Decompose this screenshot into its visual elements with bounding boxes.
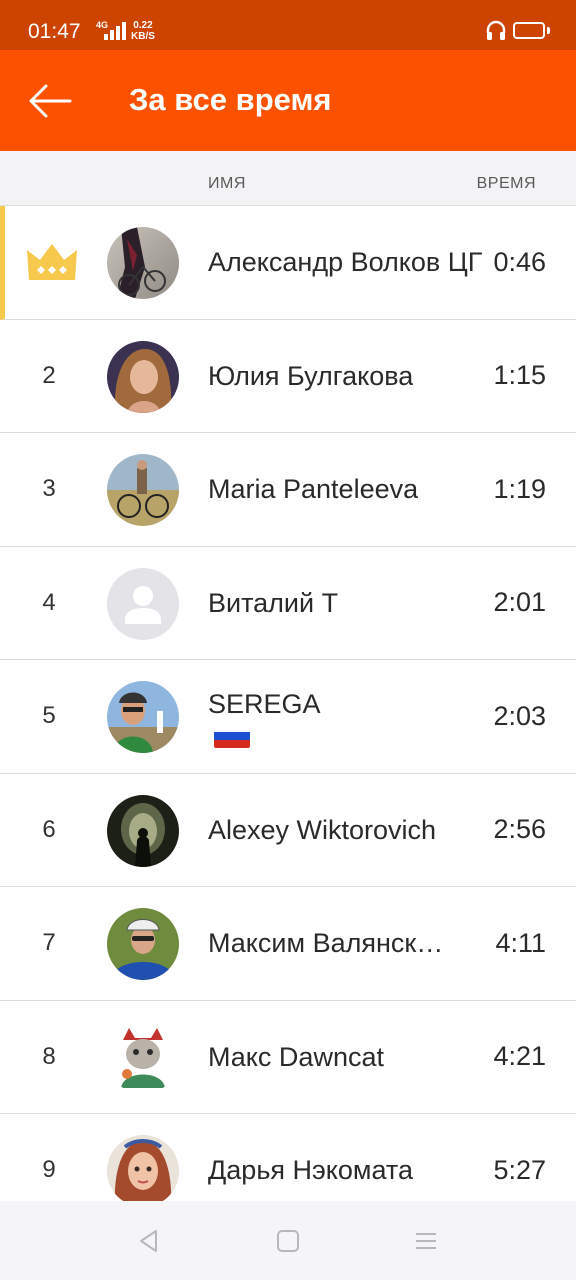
athlete-name: SEREGA bbox=[208, 660, 484, 773]
rank-cell: 5 bbox=[42, 702, 56, 730]
athlete-name-text: Дарья Нэкомата bbox=[208, 1155, 413, 1186]
athlete-time: 2:56 bbox=[493, 814, 546, 845]
leaderboard-row[interactable]: 3 Maria Panteleeva 1:19 bbox=[0, 433, 576, 547]
nav-back-icon[interactable] bbox=[135, 1227, 163, 1255]
crown-icon bbox=[26, 244, 77, 281]
leaderboard-row[interactable]: 5 SEREGA 2:03 bbox=[0, 660, 576, 774]
athlete-name: Максим Валянск… bbox=[208, 887, 484, 1000]
avatar[interactable] bbox=[107, 227, 179, 299]
athlete-name-text: Maria Panteleeva bbox=[208, 474, 419, 505]
avatar[interactable] bbox=[107, 1021, 179, 1094]
athlete-name: Юлия Булгакова bbox=[208, 320, 484, 433]
avatar[interactable] bbox=[107, 567, 179, 640]
headset-icon bbox=[486, 20, 506, 40]
athlete-name-text: SEREGA bbox=[208, 684, 321, 749]
athlete-time: 4:21 bbox=[493, 1041, 546, 1072]
athlete-name: Виталий Т bbox=[208, 547, 484, 660]
leaderboard-row[interactable]: 6 Alexey Wiktorovich 2:56 bbox=[0, 773, 576, 887]
athlete-time: 4:11 bbox=[495, 927, 546, 958]
status-bar: 01:47 4G 0.22 KB/S 60 bbox=[0, 0, 576, 50]
leaderboard-row[interactable]: 8 Макс Dawncat 4:21 bbox=[0, 1000, 576, 1114]
column-name-label: ИМЯ bbox=[208, 175, 246, 192]
net-speed-value: 0.22 bbox=[133, 20, 153, 31]
athlete-name-text: Александр Волков ЦГ bbox=[208, 247, 483, 278]
rank-cell: 3 bbox=[42, 475, 56, 503]
column-time-label: ВРЕМЯ bbox=[476, 175, 536, 192]
athlete-time: 2:03 bbox=[493, 700, 546, 731]
athlete-name: Maria Panteleeva bbox=[208, 433, 484, 546]
avatar[interactable] bbox=[107, 454, 179, 526]
leaderboard-row[interactable]: 4 Виталий Т 2:01 bbox=[0, 546, 576, 660]
rank-cell: 6 bbox=[42, 815, 56, 843]
avatar[interactable] bbox=[107, 1135, 179, 1207]
nav-menu-icon[interactable] bbox=[412, 1227, 440, 1255]
avatar[interactable] bbox=[107, 340, 179, 413]
athlete-time: 0:46 bbox=[493, 246, 546, 277]
athlete-time: 1:15 bbox=[493, 360, 546, 391]
arrow-left-icon bbox=[29, 84, 72, 118]
rank-cell: 2 bbox=[42, 361, 56, 389]
avatar[interactable] bbox=[107, 794, 179, 867]
rank-cell: 8 bbox=[42, 1042, 56, 1070]
athlete-name-text: Юлия Булгакова bbox=[208, 360, 414, 391]
athlete-time: 1:19 bbox=[493, 473, 546, 504]
battery-tip bbox=[547, 27, 550, 34]
net-speed-unit: KB/S bbox=[131, 31, 155, 42]
app-bar: За все время bbox=[0, 50, 576, 151]
athlete-name-text: Макс Dawncat bbox=[208, 1041, 384, 1072]
athlete-name-text: Виталий Т bbox=[208, 587, 339, 618]
athlete-name-text: Максим Валянск… bbox=[208, 928, 444, 959]
leaderboard-row[interactable]: Александр Волков ЦГ 0:46 bbox=[0, 206, 576, 320]
system-nav-bar bbox=[0, 1201, 576, 1280]
leaderboard-row[interactable]: 7 Максим Валянск… 4:11 bbox=[0, 887, 576, 1001]
athlete-name: Макс Dawncat bbox=[208, 1001, 484, 1114]
athlete-name-value: SEREGA bbox=[208, 689, 321, 720]
rank-cell: 4 bbox=[42, 588, 56, 616]
leaderboard-list: Александр Волков ЦГ 0:46 2 Юлия Булгаков… bbox=[0, 206, 576, 1228]
athlete-name: Alexey Wiktorovich bbox=[208, 774, 484, 887]
rank-cell bbox=[5, 206, 98, 319]
athlete-name: Александр Волков ЦГ bbox=[208, 206, 484, 319]
avatar[interactable] bbox=[107, 908, 179, 980]
column-header: ИМЯ ВРЕМЯ bbox=[0, 151, 576, 206]
status-time: 01:47 bbox=[28, 20, 81, 43]
signal-icon bbox=[104, 22, 126, 40]
leaderboard-row[interactable]: 2 Юлия Булгакова 1:15 bbox=[0, 319, 576, 433]
back-button[interactable] bbox=[20, 76, 80, 126]
rank-cell: 7 bbox=[42, 929, 56, 957]
russian-flag-icon bbox=[214, 724, 250, 749]
nav-home-icon[interactable] bbox=[274, 1227, 302, 1255]
battery-icon: 60 bbox=[513, 22, 545, 39]
page-title: За все время bbox=[129, 82, 332, 117]
avatar[interactable] bbox=[107, 681, 179, 753]
default-user-icon bbox=[107, 567, 179, 640]
athlete-time: 2:01 bbox=[493, 587, 546, 618]
athlete-name-text: Alexey Wiktorovich bbox=[208, 814, 437, 845]
net-speed: 0.22 KB/S bbox=[131, 20, 155, 42]
battery-level: 60 bbox=[522, 23, 536, 35]
